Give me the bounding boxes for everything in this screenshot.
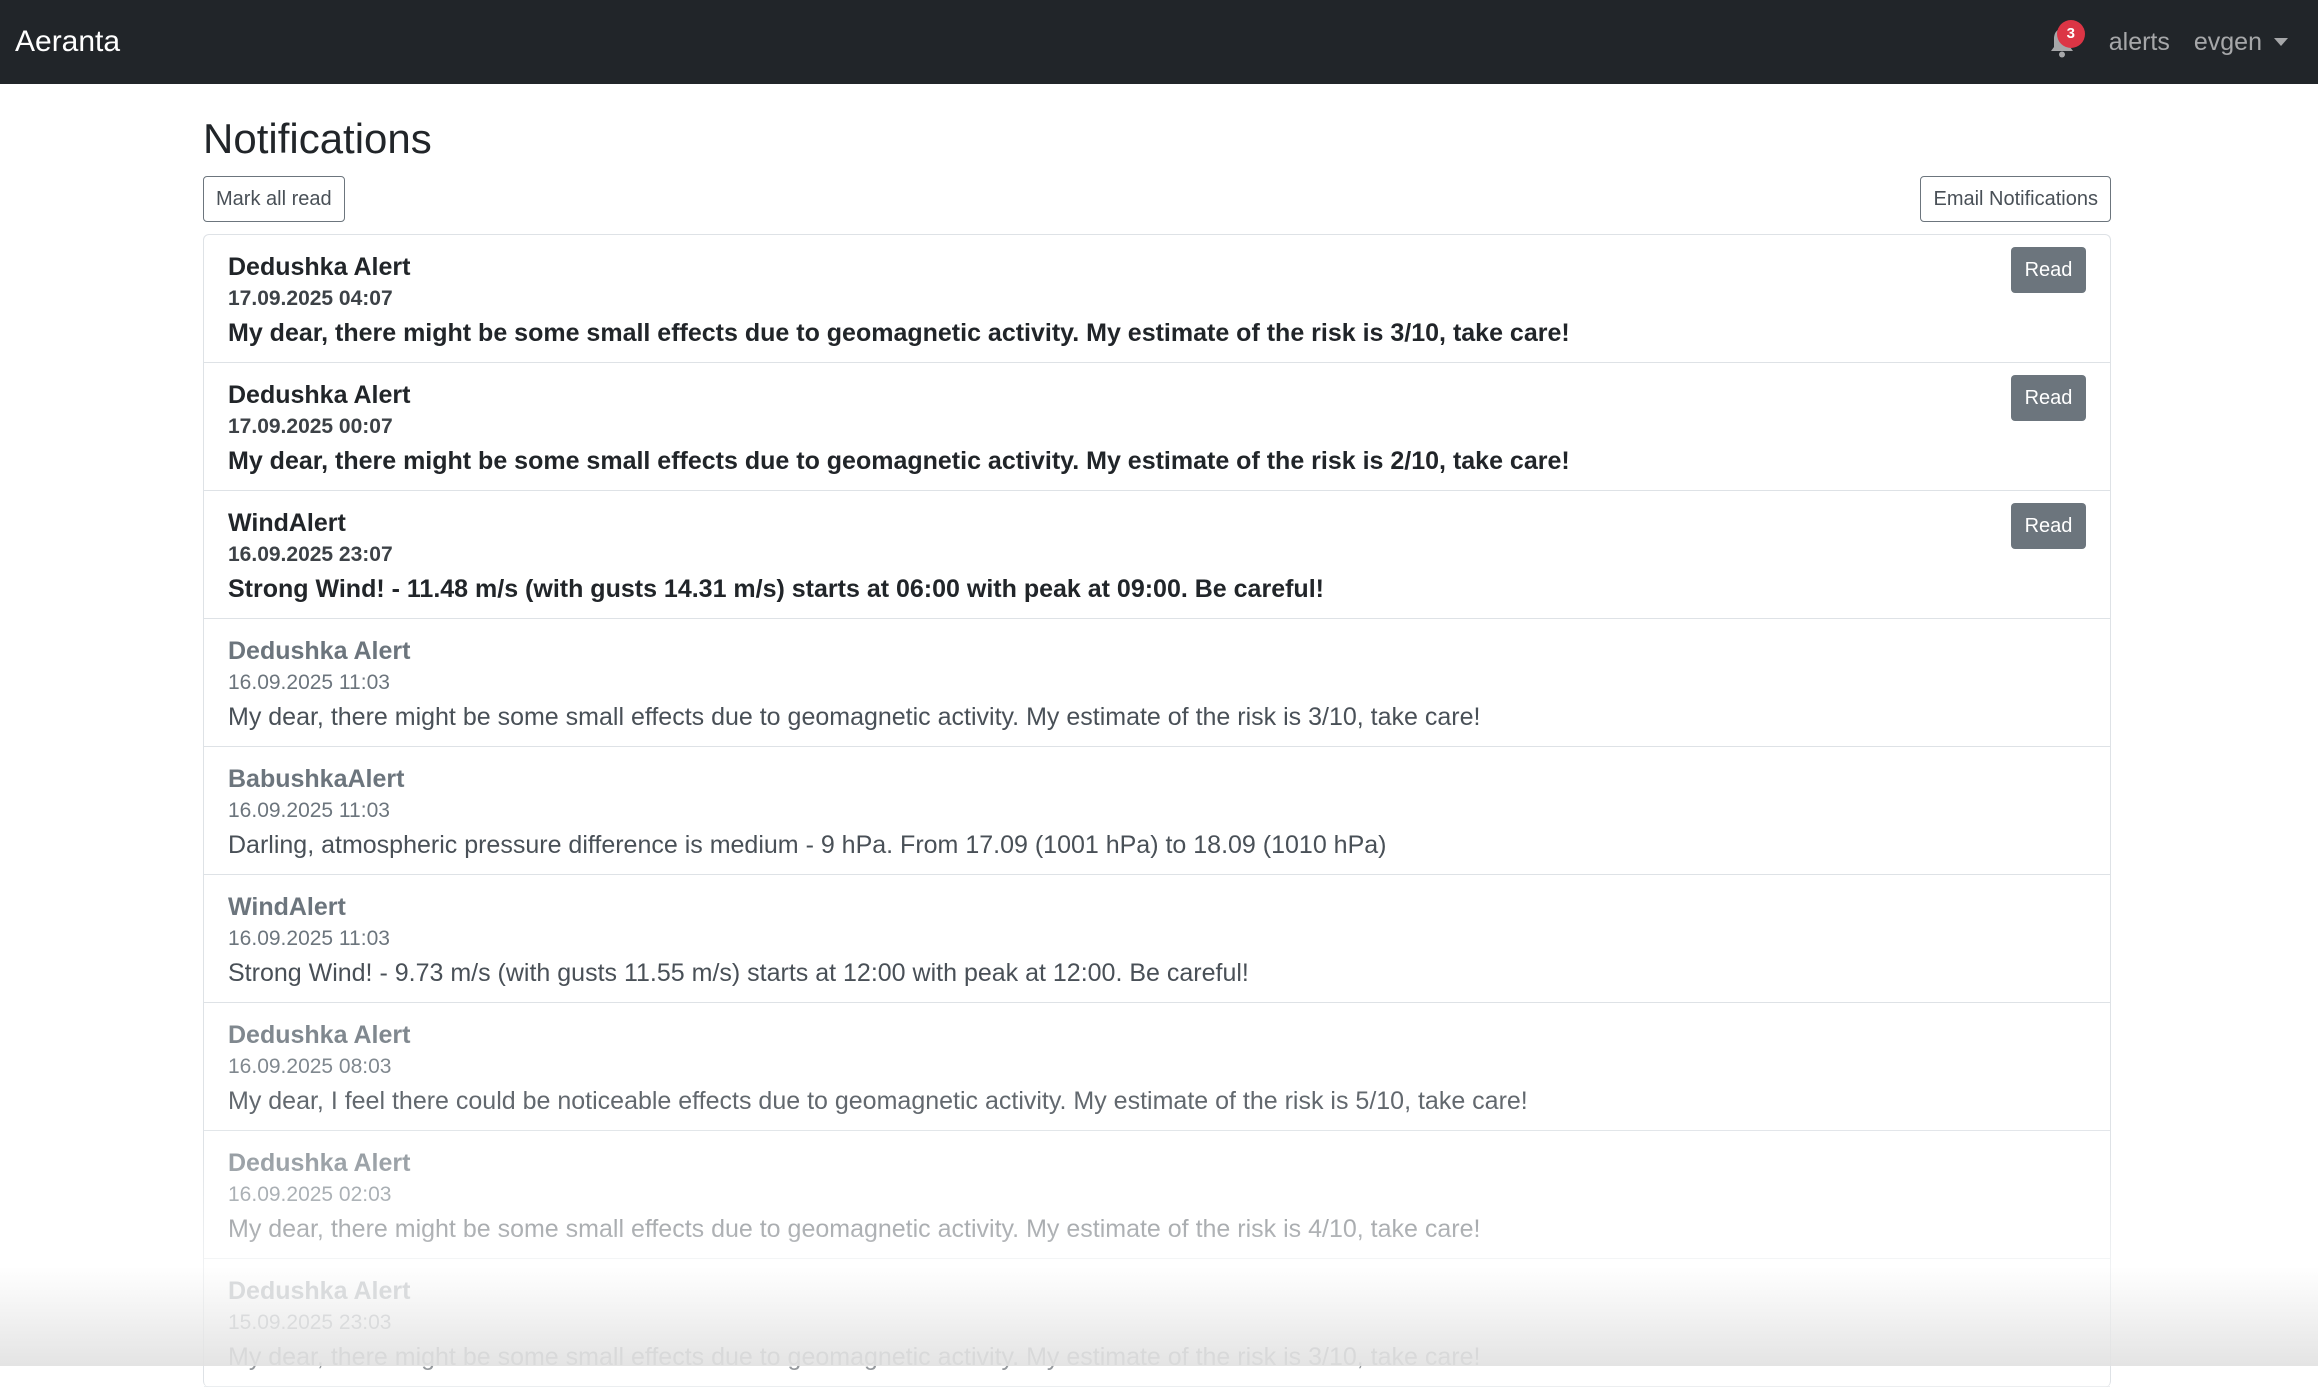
notification-item[interactable]: BabushkaAlert 16.09.2025 11:03 Darling, at… [204,747,2110,875]
notification-item[interactable]: WindAlert 16.09.2025 23:07 Strong Wind! - … [204,491,2110,619]
notification-date: 17.09.2025 00:07 [228,415,393,438]
mark-read-button[interactable]: Read [2011,247,2086,293]
brand-logo[interactable]: Aeranta [15,22,120,62]
mark-read-button[interactable]: Read [2011,375,2086,421]
notification-title: Dedushka Alert [228,1277,411,1305]
notification-item[interactable]: Dedushka Alert 16.09.2025 08:03 My dear, I… [204,1003,2110,1131]
notification-item[interactable]: Dedushka Alert 16.09.2025 11:03 My dear, t… [204,619,2110,747]
notification-date: 16.09.2025 08:03 [228,1055,392,1078]
mark-all-read-button[interactable]: Mark all read [203,176,345,222]
notification-title: Dedushka Alert [228,1021,411,1049]
notification-date: 16.09.2025 11:03 [228,927,390,950]
notification-message: My dear, there might be some small effec… [228,1343,1481,1371]
notification-date: 16.09.2025 11:03 [228,671,390,694]
notification-title: Dedushka Alert [228,381,411,409]
notification-title: Dedushka Alert [228,637,411,665]
notification-title: Dedushka Alert [228,253,411,281]
notification-item[interactable]: Dedushka Alert 17.09.2025 00:07 My dear, t… [204,363,2110,491]
notification-item[interactable]: Dedushka Alert 17.09.2025 04:07 My dear, t… [204,235,2110,363]
notification-item[interactable]: Dedushka Alert 16.09.2025 02:03 My dear, t… [204,1131,2110,1259]
notification-message: My dear, there might be some small effec… [228,1215,1481,1243]
notification-title: WindAlert [228,893,346,921]
page-title: Notifications [203,115,432,162]
notification-item[interactable]: Dedushka Alert 15.09.2025 23:03 My dear, t… [204,1259,2110,1387]
notification-message: My dear, I feel there could be noticeabl… [228,1087,1528,1115]
notification-message: My dear, there might be some small effec… [228,703,1481,731]
notification-title: WindAlert [228,509,346,537]
unread-count-badge: 3 [2056,20,2085,48]
notification-title: Dedushka Alert [228,1149,411,1177]
notification-date: 15.09.2025 23:03 [228,1311,392,1334]
notification-message: My dear, there might be some small effec… [228,319,1570,347]
navbar-right: 3 alerts evgen [2045,0,2288,84]
mark-read-button[interactable]: Read [2011,503,2086,549]
alerts-link[interactable]: alerts [2109,22,2170,62]
chevron-down-icon [2274,38,2288,46]
notification-message: Strong Wind! - 9.73 m/s (with gusts 11.5… [228,959,1249,987]
notification-item[interactable]: WindAlert 16.09.2025 11:03 Strong Wind! - … [204,875,2110,1003]
notification-date: 16.09.2025 23:07 [228,543,393,566]
email-notifications-button[interactable]: Email Notifications [1920,176,2111,222]
notifications-bell-button[interactable]: 3 [2045,20,2085,64]
notification-message: My dear, there might be some small effec… [228,447,1570,475]
notification-message: Darling, atmospheric pressure difference… [228,831,1387,859]
user-menu-label: evgen [2193,28,2262,56]
notifications-list: Dedushka Alert 17.09.2025 04:07 My dear, t… [203,234,2111,1387]
top-navbar: Aeranta 3 alerts evgen [0,0,2318,84]
notification-date: 16.09.2025 11:03 [228,799,390,822]
user-menu-dropdown[interactable]: evgen [2194,22,2288,62]
notification-title: BabushkaAlert [228,765,405,793]
notification-message: Strong Wind! - 11.48 m/s (with gusts 14.… [228,575,1324,603]
notification-date: 17.09.2025 04:07 [228,287,393,310]
notification-date: 16.09.2025 02:03 [228,1183,392,1206]
